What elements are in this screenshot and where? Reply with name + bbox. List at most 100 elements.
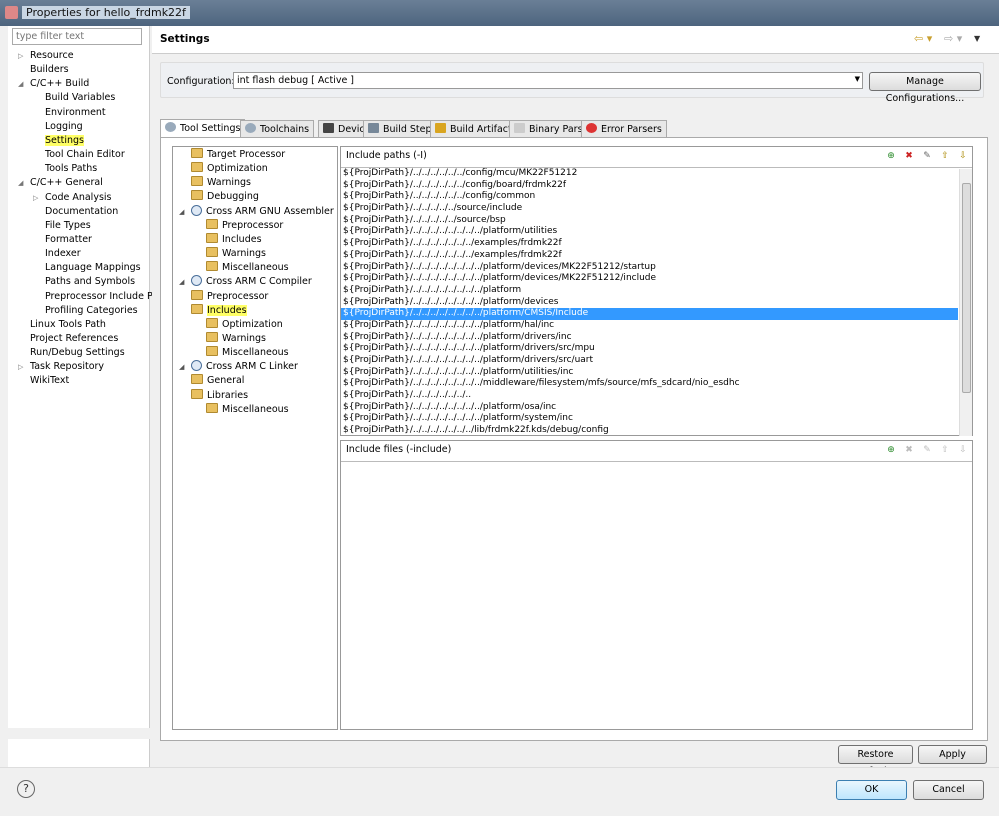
include-path-row[interactable]: ${ProjDirPath}/../../../../../../../../p… [341, 355, 958, 367]
tree-item-cross-arm-c-linker[interactable]: ◢ Cross ARM C Linker [179, 360, 298, 374]
tree-item-debugging[interactable]: Debugging [191, 190, 259, 204]
nav-item-file-types[interactable]: File Types [33, 219, 91, 233]
nav-item-resource[interactable]: ▷ Resource [18, 49, 74, 63]
nav-item-settings[interactable]: Settings [33, 134, 84, 148]
nav-item-preprocessor-include-pa[interactable]: Preprocessor Include Pa [33, 290, 158, 304]
nav-item-builders[interactable]: Builders [18, 63, 69, 77]
include-paths-scrollbar[interactable] [959, 169, 972, 436]
include-path-row[interactable]: ${ProjDirPath}/../../../../../../../../p… [341, 297, 958, 309]
nav-item-build-variables[interactable]: Build Variables [33, 91, 115, 105]
tree-item-includes[interactable]: Includes [191, 303, 247, 318]
nav-item-tool-chain-editor[interactable]: Tool Chain Editor [33, 148, 125, 162]
tree-item-general[interactable]: General [191, 374, 244, 388]
view-menu-icon[interactable]: ▼ [974, 34, 980, 43]
collapsed-icon[interactable]: ▷ [33, 191, 45, 205]
configuration-select[interactable]: int flash debug [ Active ] ▼ [233, 72, 863, 89]
collapsed-icon[interactable]: ▷ [18, 360, 30, 374]
tab-tool-settings[interactable]: Tool Settings [160, 119, 246, 138]
scrollbar-thumb[interactable] [962, 183, 971, 393]
cancel-button[interactable]: Cancel [913, 780, 984, 800]
manage-configurations-button[interactable]: Manage Configurations... [869, 72, 981, 104]
expanded-icon[interactable]: ◢ [179, 275, 191, 289]
back-arrow-icon[interactable]: ⇦ ▾ [914, 32, 932, 45]
nav-item-indexer[interactable]: Indexer [33, 247, 81, 261]
tree-item-target-processor[interactable]: Target Processor [191, 148, 285, 162]
include-path-row[interactable]: ${ProjDirPath}/../../../../../../.. [341, 390, 958, 402]
nav-item-project-references[interactable]: Project References [18, 332, 118, 346]
tree-item-optimization[interactable]: Optimization [206, 317, 283, 332]
nav-item-formatter[interactable]: Formatter [33, 233, 92, 247]
tree-item-preprocessor[interactable]: Preprocessor [191, 289, 268, 304]
move-down-icon[interactable]: ⇩ [957, 150, 969, 162]
include-path-row[interactable]: ${ProjDirPath}/../../../../../../../../p… [341, 308, 958, 320]
include-path-row[interactable]: ${ProjDirPath}/../../../../../../config/… [341, 180, 958, 192]
nav-item-run-debug-settings[interactable]: Run/Debug Settings [18, 346, 125, 360]
expanded-icon[interactable]: ◢ [18, 176, 30, 190]
nav-item-documentation[interactable]: Documentation [33, 205, 118, 219]
nav-item-task-repository[interactable]: ▷ Task Repository [18, 360, 104, 374]
nav-item-logging[interactable]: Logging [33, 120, 83, 134]
tree-item-cross-arm-c-compiler[interactable]: ◢ Cross ARM C Compiler [179, 275, 312, 289]
include-path-row[interactable]: ${ProjDirPath}/../../../../../../../../p… [341, 226, 958, 238]
include-path-row[interactable]: ${ProjDirPath}/../../../../../../../../p… [341, 343, 958, 355]
restore-defaults-button[interactable]: Restore Defaults [838, 745, 913, 777]
include-path-row[interactable]: ${ProjDirPath}/../../../../../../../exam… [341, 250, 958, 262]
include-path-row[interactable]: ${ProjDirPath}/../../../../../../../../p… [341, 320, 958, 332]
tree-item-libraries[interactable]: Libraries [191, 388, 248, 403]
forward-arrow-icon[interactable]: ⇨ ▾ [944, 32, 962, 45]
tree-item-miscellaneous[interactable]: Miscellaneous [206, 402, 289, 417]
include-path-row[interactable]: ${ProjDirPath}/../../../../../source/inc… [341, 203, 958, 215]
include-path-row[interactable]: ${ProjDirPath}/../../../../../../config/… [341, 191, 958, 203]
nav-item-wikitext[interactable]: WikiText [18, 374, 69, 388]
edit-icon[interactable]: ✎ [921, 150, 933, 162]
filter-input[interactable] [12, 28, 142, 45]
tree-item-includes[interactable]: Includes [206, 232, 262, 247]
tree-item-preprocessor[interactable]: Preprocessor [206, 218, 283, 233]
nav-item-environment[interactable]: Environment [33, 106, 106, 120]
tree-item-miscellaneous[interactable]: Miscellaneous [206, 261, 289, 275]
ok-button[interactable]: OK [836, 780, 907, 800]
include-path-row[interactable]: ${ProjDirPath}/../../../../../../../../m… [341, 378, 958, 390]
delete-icon[interactable]: ✖ [903, 444, 915, 456]
expanded-icon[interactable]: ◢ [18, 77, 30, 91]
nav-item-paths-and-symbols[interactable]: Paths and Symbols [33, 275, 135, 289]
delete-icon[interactable]: ✖ [903, 150, 915, 162]
include-path-row[interactable]: ${ProjDirPath}/../../../../../../../../p… [341, 285, 958, 297]
apply-button[interactable]: Apply [918, 745, 987, 764]
nav-item-code-analysis[interactable]: ▷ Code Analysis [33, 191, 111, 205]
include-path-row[interactable]: ${ProjDirPath}/../../../../../../../../p… [341, 262, 958, 274]
include-path-row[interactable]: ${ProjDirPath}/../../../../../../../../p… [341, 332, 958, 344]
tab-build-artifact[interactable]: Build Artifact [430, 120, 517, 137]
include-path-row[interactable]: ${ProjDirPath}/../../../../../../../../p… [341, 402, 958, 414]
collapsed-icon[interactable]: ▷ [18, 49, 30, 63]
include-paths-list[interactable]: ${ProjDirPath}/../../../../../../config/… [341, 168, 958, 437]
add-icon[interactable]: ⊕ [885, 150, 897, 162]
add-icon[interactable]: ⊕ [885, 444, 897, 456]
tree-item-warnings[interactable]: Warnings [206, 331, 266, 346]
tab-error-parsers[interactable]: Error Parsers [581, 120, 667, 137]
nav-item-profiling-categories[interactable]: Profiling Categories [33, 304, 138, 318]
tree-item-cross-arm-gnu-assembler[interactable]: ◢ Cross ARM GNU Assembler [179, 204, 334, 219]
move-up-icon[interactable]: ⇧ [939, 444, 951, 456]
include-path-row[interactable]: ${ProjDirPath}/../../../../../../../../p… [341, 413, 958, 425]
move-up-icon[interactable]: ⇧ [939, 150, 951, 162]
tab-toolchains[interactable]: Toolchains [240, 120, 315, 137]
nav-item-language-mappings[interactable]: Language Mappings [33, 261, 141, 275]
help-icon[interactable]: ? [17, 780, 35, 798]
include-path-row[interactable]: ${ProjDirPath}/../../../../../../../../p… [341, 273, 958, 285]
tree-item-optimization[interactable]: Optimization [191, 162, 268, 176]
include-path-row[interactable]: ${ProjDirPath}/../../../../../../../exam… [341, 238, 958, 250]
include-path-row[interactable]: ${ProjDirPath}/../../../../../../config/… [341, 168, 958, 180]
tree-item-warnings[interactable]: Warnings [191, 176, 251, 190]
edit-icon[interactable]: ✎ [921, 444, 933, 456]
nav-item-c-c-general[interactable]: ◢ C/C++ General [18, 176, 103, 190]
tree-item-warnings[interactable]: Warnings [206, 247, 266, 261]
expanded-icon[interactable]: ◢ [179, 205, 191, 219]
move-down-icon[interactable]: ⇩ [957, 444, 969, 456]
nav-horizontal-scrollbar[interactable] [8, 728, 150, 739]
expanded-icon[interactable]: ◢ [179, 360, 191, 374]
include-path-row[interactable]: ${ProjDirPath}/../../../../../../../lib/… [341, 425, 958, 437]
include-path-row[interactable]: ${ProjDirPath}/../../../../../source/bsp [341, 215, 958, 227]
tree-item-miscellaneous[interactable]: Miscellaneous [206, 346, 289, 360]
nav-item-c-c-build[interactable]: ◢ C/C++ Build [18, 77, 89, 91]
